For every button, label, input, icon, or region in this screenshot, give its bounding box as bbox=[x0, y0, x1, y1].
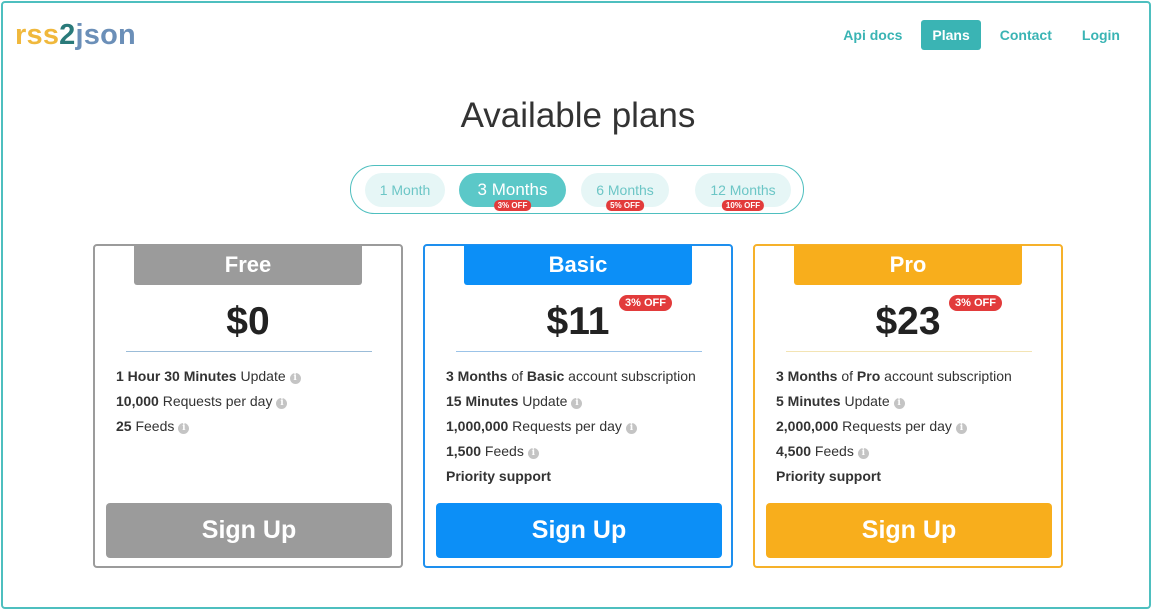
feature-text: Requests per day bbox=[838, 418, 952, 434]
feature-text: of bbox=[837, 368, 857, 384]
feature-text: 1 Hour 30 Minutes bbox=[116, 368, 237, 384]
info-icon[interactable]: i bbox=[527, 448, 539, 459]
plan-name: Pro bbox=[794, 245, 1022, 285]
feature-text: Feeds bbox=[481, 443, 524, 459]
info-icon[interactable]: i bbox=[625, 423, 637, 434]
plan-price: $11 bbox=[546, 300, 610, 343]
logo-part-json: json bbox=[75, 19, 136, 51]
logo-part-2: 2 bbox=[59, 19, 76, 51]
logo-part-rss: rss bbox=[15, 19, 60, 51]
feature-item: 5 Minutes Update i bbox=[776, 391, 1012, 416]
logo[interactable]: rss2json bbox=[15, 19, 136, 52]
sign-up-button-free[interactable]: Sign Up bbox=[106, 503, 392, 558]
nav-contact[interactable]: Contact bbox=[989, 20, 1063, 50]
discount-badge: 3% OFF bbox=[493, 200, 532, 211]
divider bbox=[456, 351, 702, 352]
feature-text: Priority support bbox=[776, 468, 882, 484]
feature-item: 10,000 Requests per day i bbox=[116, 391, 301, 416]
plan-name: Free bbox=[134, 245, 362, 285]
nav-api-docs[interactable]: Api docs bbox=[832, 20, 913, 50]
period-12-months[interactable]: 12 Months 10% OFF bbox=[695, 173, 791, 211]
plan-price: $0 bbox=[226, 300, 270, 343]
feature-text: Priority support bbox=[446, 468, 552, 484]
discount-badge: 5% OFF bbox=[606, 200, 644, 211]
info-icon[interactable]: i bbox=[857, 448, 869, 459]
feature-text: 3 Months bbox=[776, 368, 838, 384]
feature-item: 4,500 Feeds i bbox=[776, 441, 1012, 466]
feature-item: 1,500 Feeds i bbox=[446, 441, 696, 466]
feature-item: 15 Minutes Update i bbox=[446, 391, 696, 416]
feature-item: Priority support bbox=[446, 466, 696, 491]
plan-price: $23 bbox=[875, 300, 941, 343]
page-title: Available plans bbox=[460, 96, 696, 135]
feature-text: of bbox=[507, 368, 527, 384]
nav-plans[interactable]: Plans bbox=[921, 20, 981, 50]
feature-text: 10,000 bbox=[116, 393, 159, 409]
period-1-month[interactable]: 1 Month bbox=[365, 173, 445, 207]
period-label: 3 Months bbox=[477, 180, 548, 199]
feature-text: 1,500 bbox=[446, 443, 482, 459]
feature-text: Basic bbox=[526, 368, 565, 384]
feature-text: Update bbox=[236, 368, 286, 384]
feature-text: 15 Minutes bbox=[446, 393, 519, 409]
feature-item: 1,000,000 Requests per day i bbox=[446, 416, 696, 441]
feature-text: 2,000,000 bbox=[776, 418, 839, 434]
info-icon[interactable]: i bbox=[178, 423, 190, 434]
info-icon[interactable]: i bbox=[289, 373, 301, 384]
feature-text: Feeds bbox=[811, 443, 854, 459]
feature-item: 25 Feeds i bbox=[116, 416, 301, 441]
feature-text: 3 Months bbox=[446, 368, 508, 384]
feature-text: Update bbox=[840, 393, 890, 409]
feature-text: account subscription bbox=[564, 368, 696, 384]
info-icon[interactable]: i bbox=[893, 398, 905, 409]
feature-text: account subscription bbox=[880, 368, 1012, 384]
feature-text: Feeds bbox=[131, 418, 175, 434]
discount-badge: 10% OFF bbox=[721, 200, 765, 211]
billing-period-switch: 1 Month 3 Months 3% OFF 6 Months 5% OFF … bbox=[350, 165, 804, 214]
discount-badge: 3% OFF bbox=[949, 295, 1002, 311]
top-nav: Api docs Plans Contact Login bbox=[824, 20, 1131, 50]
discount-badge: 3% OFF bbox=[619, 295, 672, 311]
feature-text: 1,000,000 bbox=[446, 418, 509, 434]
plan-card-free: Free $0 1 Hour 30 Minutes Update i 10,000 … bbox=[93, 244, 403, 568]
info-icon[interactable]: i bbox=[276, 398, 288, 409]
divider bbox=[786, 351, 1032, 352]
feature-item: 3 Months of Pro account subscription bbox=[776, 366, 1012, 391]
feature-text: Update bbox=[518, 393, 568, 409]
period-label: 1 Month bbox=[379, 182, 431, 198]
feature-text: 25 bbox=[116, 418, 132, 434]
info-icon[interactable]: i bbox=[955, 423, 967, 434]
info-icon[interactable]: i bbox=[571, 398, 583, 409]
period-label: 6 Months bbox=[596, 182, 654, 198]
nav-login[interactable]: Login bbox=[1071, 20, 1131, 50]
feature-text: Pro bbox=[856, 368, 881, 384]
feature-list: 1 Hour 30 Minutes Update i 10,000 Requests… bbox=[116, 366, 301, 441]
feature-text: Requests per day bbox=[508, 418, 622, 434]
page-frame: rss2json Api docs Plans Contact Login Av… bbox=[1, 1, 1151, 609]
period-label: 12 Months bbox=[710, 182, 776, 198]
feature-list: 3 Months of Pro account subscription 5 Mi… bbox=[776, 366, 1012, 491]
plan-card-pro: Pro $23 3% OFF 3 Months of Pro account s… bbox=[753, 244, 1063, 568]
sign-up-button-pro[interactable]: Sign Up bbox=[766, 503, 1052, 558]
feature-item: 2,000,000 Requests per day i bbox=[776, 416, 1012, 441]
feature-text: 4,500 bbox=[776, 443, 812, 459]
feature-text: Requests per day bbox=[158, 393, 273, 409]
plan-card-basic: Basic $11 3% OFF 3 Months of Basic accou… bbox=[423, 244, 733, 568]
period-6-months[interactable]: 6 Months 5% OFF bbox=[581, 173, 669, 211]
sign-up-button-basic[interactable]: Sign Up bbox=[436, 503, 722, 558]
feature-list: 3 Months of Basic account subscription 15… bbox=[446, 366, 696, 491]
feature-item: 1 Hour 30 Minutes Update i bbox=[116, 366, 301, 391]
feature-text: 5 Minutes bbox=[776, 393, 841, 409]
feature-item: 3 Months of Basic account subscription bbox=[446, 366, 696, 391]
feature-item: Priority support bbox=[776, 466, 1012, 491]
period-3-months[interactable]: 3 Months 3% OFF bbox=[459, 173, 566, 211]
plan-name: Basic bbox=[464, 245, 692, 285]
divider bbox=[126, 351, 372, 352]
